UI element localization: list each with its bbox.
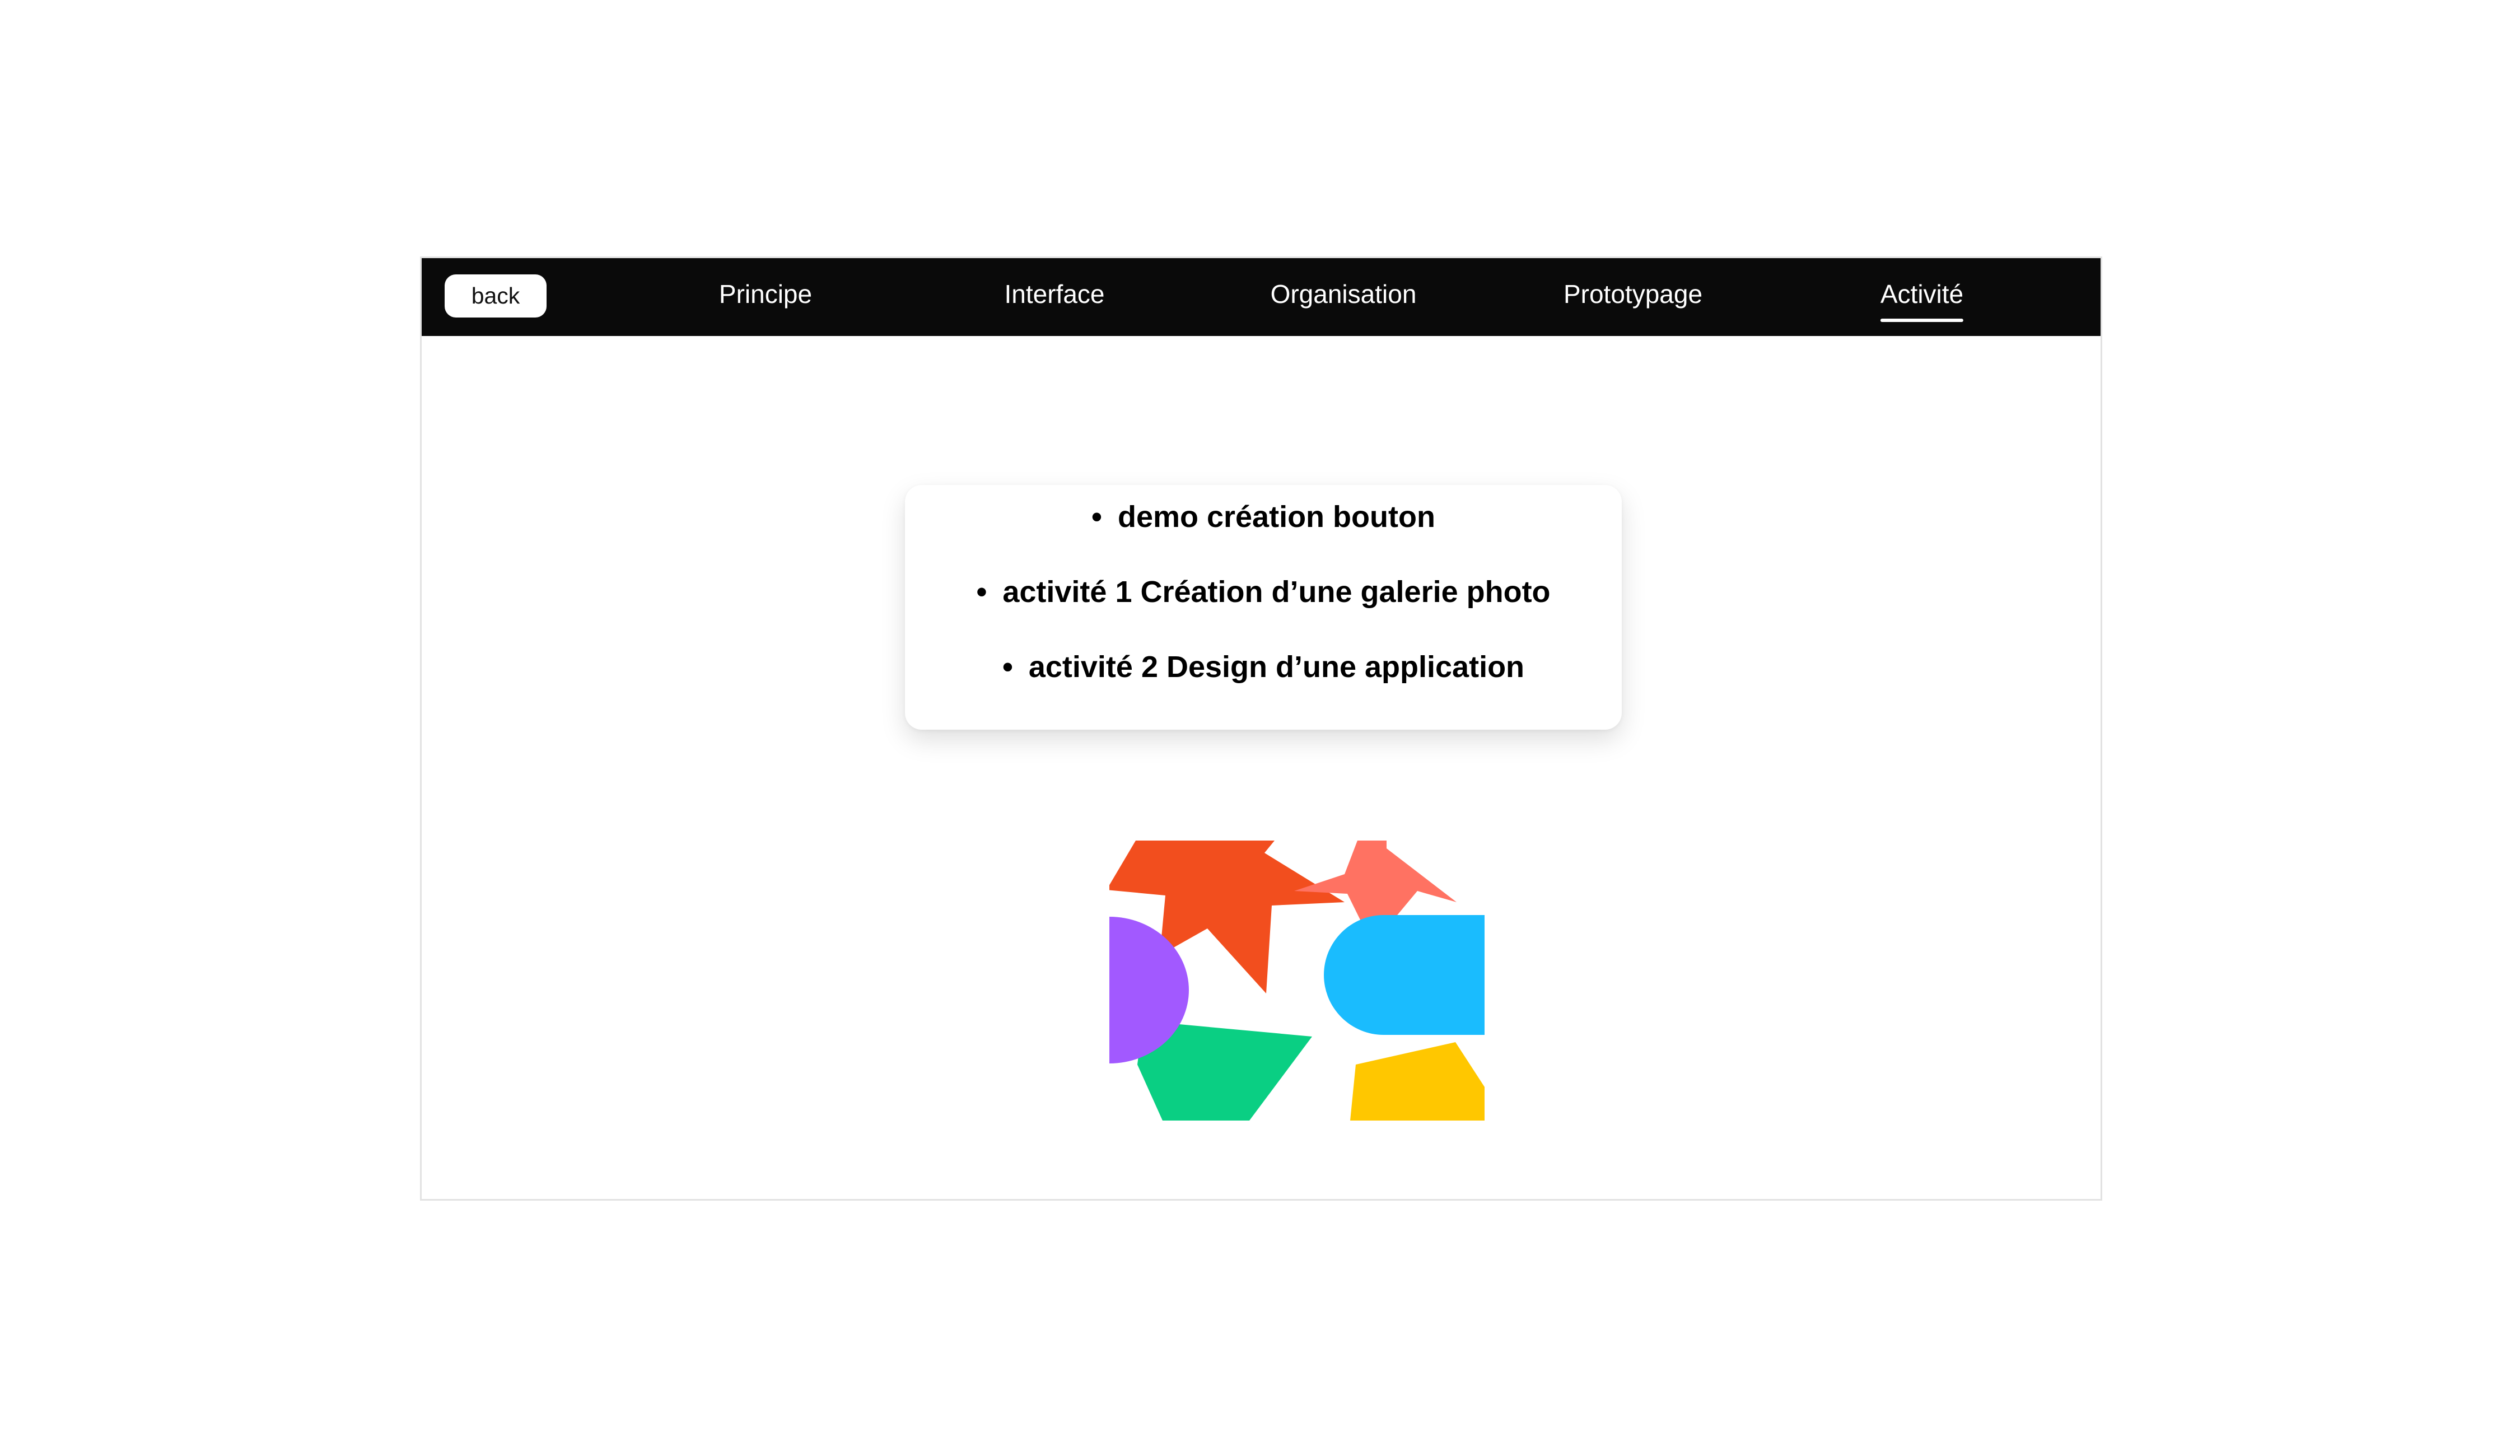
nav-item-organisation[interactable]: Organisation [1271,258,1417,336]
yellow-quad-shape [1350,1042,1485,1121]
activity-label: activité 1 Création d’une galerie photo [1002,575,1551,609]
bullet-icon: • [976,575,987,609]
bullet-icon: • [1002,650,1013,684]
bullet-icon: • [1091,500,1102,534]
nav-item-interface[interactable]: Interface [1005,258,1105,336]
activities-card: • demo création bouton • activité 1 Créati… [905,485,1622,730]
back-button[interactable]: back [445,274,547,318]
nav-item-prototypage[interactable]: Prototypage [1564,258,1702,336]
shapes-illustration [1109,841,1485,1121]
top-navbar: back Principe Interface Organisation Pro… [422,258,2101,336]
list-item: • demo création bouton [905,497,1622,536]
activity-label: activité 2 Design d’une application [1028,650,1525,684]
nav-item-activite[interactable]: Activité [1880,258,1964,336]
list-item: • activité 2 Design d’une application [905,647,1622,687]
slide-frame: back Principe Interface Organisation Pro… [420,256,2102,1201]
activity-label: demo création bouton [1117,500,1435,534]
blue-rounded-rect-shape [1324,915,1485,1035]
nav-item-principe[interactable]: Principe [719,258,812,336]
list-item: • activité 1 Création d’une galerie photo [905,572,1622,612]
